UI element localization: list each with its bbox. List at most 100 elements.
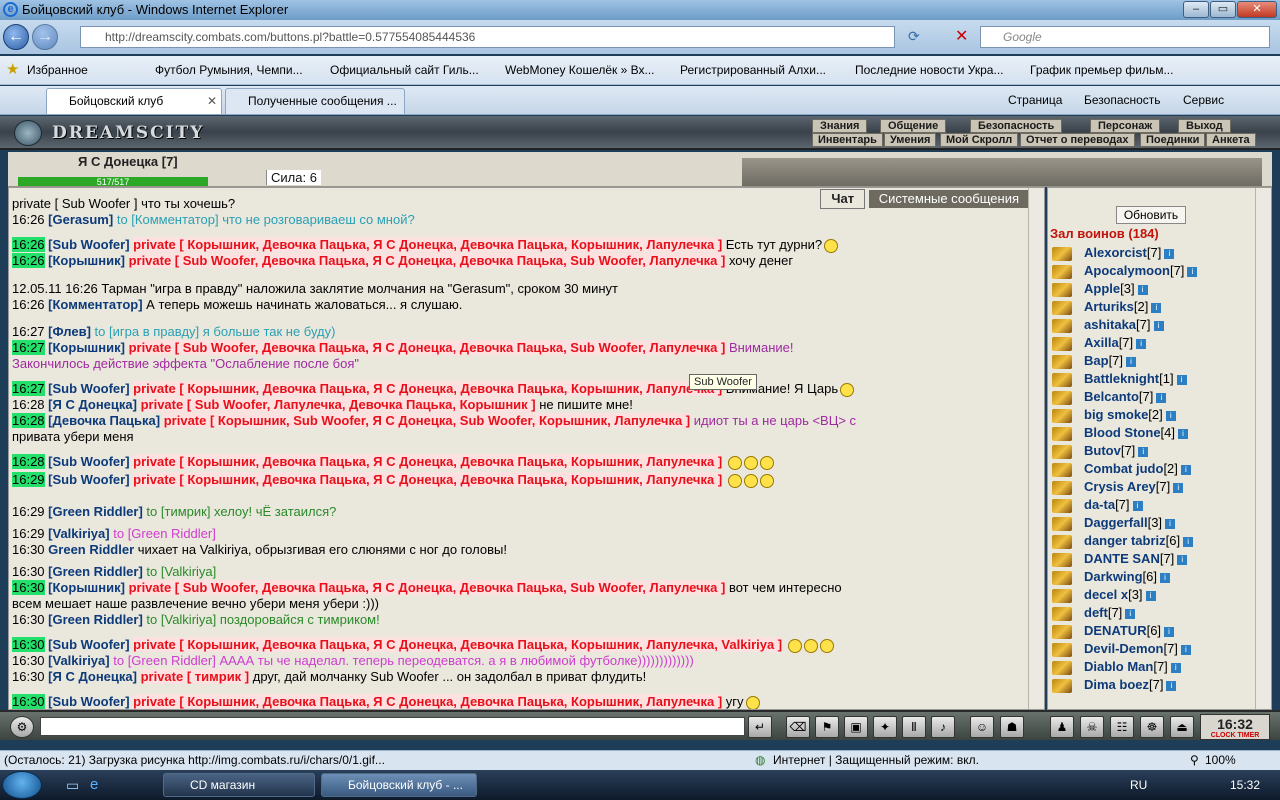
- menu-knowledge[interactable]: Знания: [812, 119, 868, 133]
- menu-communication[interactable]: Общение: [880, 119, 947, 133]
- sound-icon[interactable]: ♪: [931, 716, 955, 738]
- chat-author[interactable]: [Я С Донецка]: [48, 397, 137, 412]
- invite-icon[interactable]: [1052, 570, 1072, 585]
- private-recipients[interactable]: private [ Корышник, Девочка Пацька, Я С …: [133, 637, 783, 652]
- info-icon[interactable]: i: [1136, 338, 1147, 349]
- player-row[interactable]: Bap[7] i: [1052, 353, 1137, 371]
- chat-author[interactable]: [Sub Woofer]: [48, 381, 129, 396]
- minimize-button[interactable]: –: [1183, 1, 1209, 18]
- chat-author[interactable]: [Комментатор]: [48, 297, 142, 312]
- exit-icon[interactable]: ⏏: [1170, 716, 1194, 738]
- player-row[interactable]: ashitaka[7] i: [1052, 317, 1164, 335]
- info-icon[interactable]: i: [1125, 608, 1136, 619]
- info-icon[interactable]: i: [1165, 518, 1176, 529]
- private-recipients[interactable]: private [ Корышник, Девочка Пацька, Я С …: [133, 472, 723, 487]
- chat-input[interactable]: [40, 717, 745, 736]
- player-name[interactable]: Dima boez: [1084, 677, 1149, 692]
- info-icon[interactable]: i: [1153, 320, 1164, 331]
- info-icon[interactable]: i: [1165, 410, 1176, 421]
- invite-icon[interactable]: [1052, 588, 1072, 603]
- invite-icon[interactable]: [1052, 372, 1072, 387]
- chat-author[interactable]: [Sub Woofer]: [48, 694, 129, 709]
- player-row[interactable]: decel x[3] i: [1052, 587, 1156, 605]
- private-recipients[interactable]: private [ Корышник, Девочка Пацька, Я С …: [133, 381, 723, 396]
- invite-icon[interactable]: [1052, 300, 1072, 315]
- private-recipients[interactable]: private [ Sub Woofer, Лапулечка, Девочка…: [140, 397, 536, 412]
- save-icon[interactable]: ▣: [844, 716, 868, 738]
- info-icon[interactable]: i: [1180, 644, 1191, 655]
- player-name[interactable]: deft: [1084, 605, 1108, 620]
- player-name[interactable]: Devil-Demon: [1084, 641, 1163, 656]
- info-icon[interactable]: i: [1183, 536, 1194, 547]
- menu-character[interactable]: Персонаж: [1090, 119, 1161, 133]
- chat-author[interactable]: [Valkiriya]: [48, 653, 109, 668]
- player-row[interactable]: Axilla[7] i: [1052, 335, 1147, 353]
- ie-quicklaunch-icon[interactable]: e: [90, 776, 98, 793]
- info-icon[interactable]: i: [1151, 302, 1162, 313]
- player-name[interactable]: Alexorcist: [1084, 245, 1147, 260]
- send-icon[interactable]: ↵: [748, 716, 772, 738]
- player-name[interactable]: Crysis Arey: [1084, 479, 1156, 494]
- info-icon[interactable]: i: [1164, 626, 1175, 637]
- info-icon[interactable]: i: [1126, 356, 1137, 367]
- back-button[interactable]: ←: [3, 24, 29, 50]
- player-row[interactable]: Darkwing[6] i: [1052, 569, 1170, 587]
- player-row[interactable]: Combat judo[2] i: [1052, 461, 1191, 479]
- invite-icon[interactable]: [1052, 426, 1072, 441]
- favorite-link[interactable]: Последние новости Укра...: [855, 56, 1003, 84]
- mask-icon[interactable]: ☠: [1080, 716, 1104, 738]
- invite-icon[interactable]: [1052, 354, 1072, 369]
- menu-exit[interactable]: Выход: [1178, 119, 1231, 133]
- tab-close-icon[interactable]: ✕: [207, 89, 217, 113]
- player-row[interactable]: big smoke[2] i: [1052, 407, 1176, 425]
- tab-chat[interactable]: Чат: [820, 189, 866, 209]
- player-row[interactable]: Blood Stone[4] i: [1052, 425, 1189, 443]
- task-fight-club[interactable]: Бойцовский клуб - ...: [321, 773, 477, 797]
- player-row[interactable]: Dima boez[7] i: [1052, 677, 1177, 695]
- info-icon[interactable]: i: [1177, 554, 1188, 565]
- menu-scroll[interactable]: Мой Скролл: [940, 133, 1019, 147]
- private-recipients[interactable]: private [ Корышник, Девочка Пацька, Я С …: [133, 694, 723, 709]
- player-name[interactable]: DANTE SAN: [1084, 551, 1160, 566]
- player-row[interactable]: Devil-Demon[7] i: [1052, 641, 1191, 659]
- private-recipients[interactable]: private [ Корышник, Девочка Пацька, Я С …: [133, 237, 723, 252]
- player-name[interactable]: Axilla: [1084, 335, 1119, 350]
- smile-icon[interactable]: ☺: [970, 716, 994, 738]
- stop-icon[interactable]: ✕: [955, 26, 968, 46]
- player-row[interactable]: Alexorcist[7] i: [1052, 245, 1175, 263]
- player-name[interactable]: Apple: [1084, 281, 1120, 296]
- player-row[interactable]: Arturiks[2] i: [1052, 299, 1162, 317]
- party-icon[interactable]: ☸: [1140, 716, 1164, 738]
- info-icon[interactable]: i: [1176, 374, 1187, 385]
- invite-icon[interactable]: [1052, 660, 1072, 675]
- player-name[interactable]: Belcanto: [1084, 389, 1139, 404]
- chat-author[interactable]: [Green Riddler]: [48, 504, 143, 519]
- menu-inventory[interactable]: Инвентарь: [812, 133, 883, 147]
- tab-active[interactable]: Бойцовский клуб ✕: [46, 88, 222, 114]
- player-name[interactable]: decel x: [1084, 587, 1128, 602]
- chat-author[interactable]: [Valkiriya]: [48, 526, 109, 541]
- favorite-link[interactable]: Регистрированный Алхи...: [680, 56, 826, 84]
- invite-icon[interactable]: [1052, 606, 1072, 621]
- invite-icon[interactable]: [1052, 552, 1072, 567]
- inventory-icon[interactable]: ♟: [1050, 716, 1074, 738]
- player-name[interactable]: Blood Stone: [1084, 425, 1161, 440]
- menu-skills[interactable]: Умения: [884, 133, 937, 147]
- tools-menu[interactable]: Сервис: [1183, 90, 1224, 110]
- invite-icon[interactable]: [1052, 534, 1072, 549]
- helmet-icon[interactable]: ☗: [1000, 716, 1024, 738]
- fighter-icon[interactable]: ✦: [873, 716, 897, 738]
- chat-author[interactable]: [Я С Донецка]: [48, 669, 137, 684]
- invite-icon[interactable]: [1052, 336, 1072, 351]
- info-icon[interactable]: i: [1187, 266, 1198, 277]
- chat-author[interactable]: [Корышник]: [48, 340, 125, 355]
- player-name[interactable]: Diablo Man: [1084, 659, 1153, 674]
- chat-author[interactable]: [Sub Woofer]: [48, 454, 129, 469]
- player-row[interactable]: deft[7] i: [1052, 605, 1136, 623]
- filter-icon[interactable]: ⚑: [815, 716, 839, 738]
- favorite-link[interactable]: WebMoney Кошелёк » Вх...: [505, 56, 655, 84]
- player-name[interactable]: Daggerfall: [1084, 515, 1148, 530]
- chat-author[interactable]: [Sub Woofer]: [48, 472, 129, 487]
- forward-button[interactable]: →: [32, 24, 58, 50]
- player-row[interactable]: Butov[7] i: [1052, 443, 1149, 461]
